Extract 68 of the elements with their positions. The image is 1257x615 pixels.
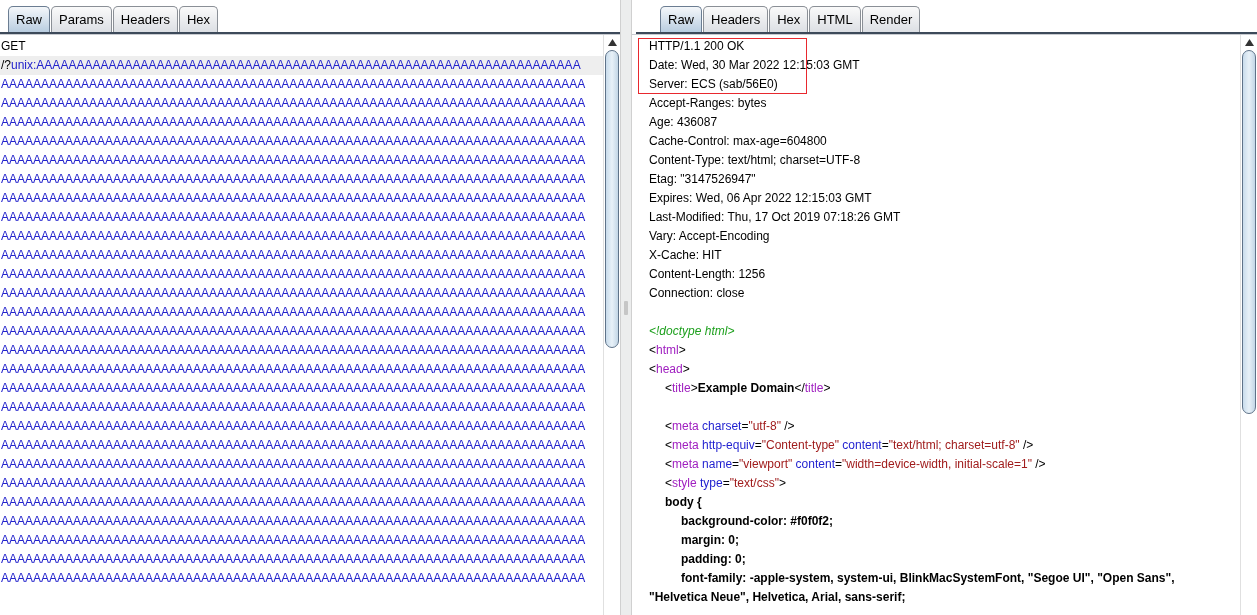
code-line: AAAAAAAAAAAAAAAAAAAAAAAAAAAAAAAAAAAAAAAAAAAAAAAAAAAAAAAAAAAAAAAAAAAAAAAAA: [0, 399, 587, 416]
code-line: AAAAAAAAAAAAAAAAAAAAAAAAAAAAAAAAAAAAAAAAAAAAAAAAAAAAAAAAAAAAAAAAAAAAAAAAA: [0, 361, 587, 378]
code-line: AAAAAAAAAAAAAAAAAAAAAAAAAAAAAAAAAAAAAAAAAAAAAAAAAAAAAAAAAAAAAAAAAAAAAAAAA: [0, 228, 587, 245]
code-line: GET: [0, 38, 27, 55]
code-line: AAAAAAAAAAAAAAAAAAAAAAAAAAAAAAAAAAAAAAAAAAAAAAAAAAAAAAAAAAAAAAAAAAAAAAAAA: [0, 437, 587, 454]
code-line: AAAAAAAAAAAAAAAAAAAAAAAAAAAAAAAAAAAAAAAAAAAAAAAAAAAAAAAAAAAAAAAAAAAAAAAAA: [0, 152, 587, 169]
code-line: AAAAAAAAAAAAAAAAAAAAAAAAAAAAAAAAAAAAAAAAAAAAAAAAAAAAAAAAAAAAAAAAAAAAAAAAA: [0, 247, 587, 264]
code-line: background-color: #f0f0f2;: [680, 513, 834, 530]
code-line: <head>: [648, 361, 691, 378]
code-line: AAAAAAAAAAAAAAAAAAAAAAAAAAAAAAAAAAAAAAAAAAAAAAAAAAAAAAAAAAAAAAAAAAAAAAAAA: [0, 114, 587, 131]
code-line: AAAAAAAAAAAAAAAAAAAAAAAAAAAAAAAAAAAAAAAAAAAAAAAAAAAAAAAAAAAAAAAAAAAAAAAAA: [0, 76, 587, 93]
code-line: <meta name="viewport" content="width=device-width, initial-scale=1" />: [664, 456, 1047, 473]
code-line: AAAAAAAAAAAAAAAAAAAAAAAAAAAAAAAAAAAAAAAAAAAAAAAAAAAAAAAAAAAAAAAAAAAAAAAAA: [0, 456, 587, 473]
tab[interactable]: HTML: [809, 6, 861, 32]
header-line: Connection: close: [648, 285, 746, 302]
code-line: font-family: -apple-system, system-ui, BlinkMacSystemFont, "Segoe UI", "Open Sans",: [680, 570, 1176, 587]
header-line: Accept-Ranges: bytes: [648, 95, 768, 112]
header-line: Content-Length: 1256: [648, 266, 767, 283]
code-line: <meta http-equiv="Content-type" content="text/html; charset=utf-8" />: [664, 437, 1035, 454]
code-line: AAAAAAAAAAAAAAAAAAAAAAAAAAAAAAAAAAAAAAAAAAAAAAAAAAAAAAAAAAAAAAAAAAAAAAAAA: [0, 323, 587, 340]
tab[interactable]: Render: [861, 6, 921, 32]
code-line: AAAAAAAAAAAAAAAAAAAAAAAAAAAAAAAAAAAAAAAAAAAAAAAAAAAAAAAAAAAAAAAAAAAAAAAAA: [0, 95, 587, 112]
scrollbar-thumb[interactable]: [605, 50, 619, 348]
header-line: HTTP/1.1 200 OK: [648, 38, 746, 55]
code-line: AAAAAAAAAAAAAAAAAAAAAAAAAAAAAAAAAAAAAAAAAAAAAAAAAAAAAAAAAAAAAAAAAAAAAAAAA: [0, 209, 587, 226]
code-line: <!doctype html>: [648, 323, 736, 340]
header-line: Content-Type: text/html; charset=UTF-8: [648, 152, 862, 169]
code-line: <style type="text/css">: [664, 475, 787, 492]
header-line: Server: ECS (sab/56E0): [648, 76, 779, 93]
header-line: Cache-Control: max-age=604800: [648, 133, 828, 150]
tab[interactable]: Hex: [178, 6, 219, 32]
header-line: Age: 436087: [648, 114, 719, 131]
tab[interactable]: Raw: [8, 6, 50, 32]
tab[interactable]: Hex: [769, 6, 809, 32]
code-line: <html>: [648, 342, 687, 359]
code-line: margin: 0;: [680, 532, 740, 549]
scroll-up-icon[interactable]: [607, 39, 617, 46]
header-line: Expires: Wed, 06 Apr 2022 12:15:03 GMT: [648, 190, 873, 207]
tab[interactable]: Headers: [112, 6, 178, 32]
code-line: AAAAAAAAAAAAAAAAAAAAAAAAAAAAAAAAAAAAAAAAAAAAAAAAAAAAAAAAAAAAAAAAAAAAAAAAA: [0, 285, 587, 302]
code-line: AAAAAAAAAAAAAAAAAAAAAAAAAAAAAAAAAAAAAAAAAAAAAAAAAAAAAAAAAAAAAAAAAAAAAAAAA: [0, 171, 587, 188]
header-line: Vary: Accept-Encoding: [648, 228, 771, 245]
code-line: padding: 0;: [680, 551, 747, 568]
tab[interactable]: Params: [51, 6, 112, 32]
code-line: AAAAAAAAAAAAAAAAAAAAAAAAAAAAAAAAAAAAAAAAAAAAAAAAAAAAAAAAAAAAAAAAAAAAAAAAA: [0, 380, 587, 397]
code-line: <title>Example Domain</title>: [664, 380, 832, 397]
code-line: AAAAAAAAAAAAAAAAAAAAAAAAAAAAAAAAAAAAAAAAAAAAAAAAAAAAAAAAAAAAAAAAAAAAAAAAA: [0, 475, 587, 492]
header-line: X-Cache: HIT: [648, 247, 723, 264]
code-line: AAAAAAAAAAAAAAAAAAAAAAAAAAAAAAAAAAAAAAAAAAAAAAAAAAAAAAAAAAAAAAAAAAAAAAAAA: [0, 342, 587, 359]
code-line: AAAAAAAAAAAAAAAAAAAAAAAAAAAAAAAAAAAAAAAAAAAAAAAAAAAAAAAAAAAAAAAAAAAAAAAAA: [0, 551, 587, 568]
code-line: AAAAAAAAAAAAAAAAAAAAAAAAAAAAAAAAAAAAAAAAAAAAAAAAAAAAAAAAAAAAAAAAAAAAAAAAA: [0, 133, 587, 150]
header-line: Last-Modified: Thu, 17 Oct 2019 07:18:26 GMT: [648, 209, 902, 226]
code-line: AAAAAAAAAAAAAAAAAAAAAAAAAAAAAAAAAAAAAAAAAAAAAAAAAAAAAAAAAAAAAAAAAAAAAAAAA: [0, 190, 587, 207]
header-line: Etag: "3147526947": [648, 171, 757, 188]
scroll-up-icon[interactable]: [1244, 39, 1254, 46]
code-line: <meta charset="utf-8" />: [664, 418, 796, 435]
code-line: AAAAAAAAAAAAAAAAAAAAAAAAAAAAAAAAAAAAAAAAAAAAAAAAAAAAAAAAAAAAAAAAAAAAAAAAA: [0, 513, 587, 530]
code-line: AAAAAAAAAAAAAAAAAAAAAAAAAAAAAAAAAAAAAAAAAAAAAAAAAAAAAAAAAAAAAAAAAAAAAAAAA: [0, 304, 587, 321]
code-line: AAAAAAAAAAAAAAAAAAAAAAAAAAAAAAAAAAAAAAAAAAAAAAAAAAAAAAAAAAAAAAAAAAAAAAAAA: [0, 570, 587, 587]
code-line: AAAAAAAAAAAAAAAAAAAAAAAAAAAAAAAAAAAAAAAAAAAAAAAAAAAAAAAAAAAAAAAAAAAAAAAAA: [0, 532, 587, 549]
code-line: AAAAAAAAAAAAAAAAAAAAAAAAAAAAAAAAAAAAAAAAAAAAAAAAAAAAAAAAAAAAAAAAAAAAAAAAA: [0, 494, 587, 511]
tab[interactable]: Headers: [703, 6, 769, 32]
code-line: body {: [664, 494, 703, 511]
tab[interactable]: Raw: [660, 6, 702, 32]
code-line: "Helvetica Neue", Helvetica, Arial, sans-serif;: [648, 589, 907, 606]
code-line: AAAAAAAAAAAAAAAAAAAAAAAAAAAAAAAAAAAAAAAAAAAAAAAAAAAAAAAAAAAAAAAAAAAAAAAAA: [0, 266, 587, 283]
scrollbar-thumb[interactable]: [1242, 50, 1256, 414]
code-line: AAAAAAAAAAAAAAAAAAAAAAAAAAAAAAAAAAAAAAAAAAAAAAAAAAAAAAAAAAAAAAAAAAAAAAAAA: [0, 418, 587, 435]
